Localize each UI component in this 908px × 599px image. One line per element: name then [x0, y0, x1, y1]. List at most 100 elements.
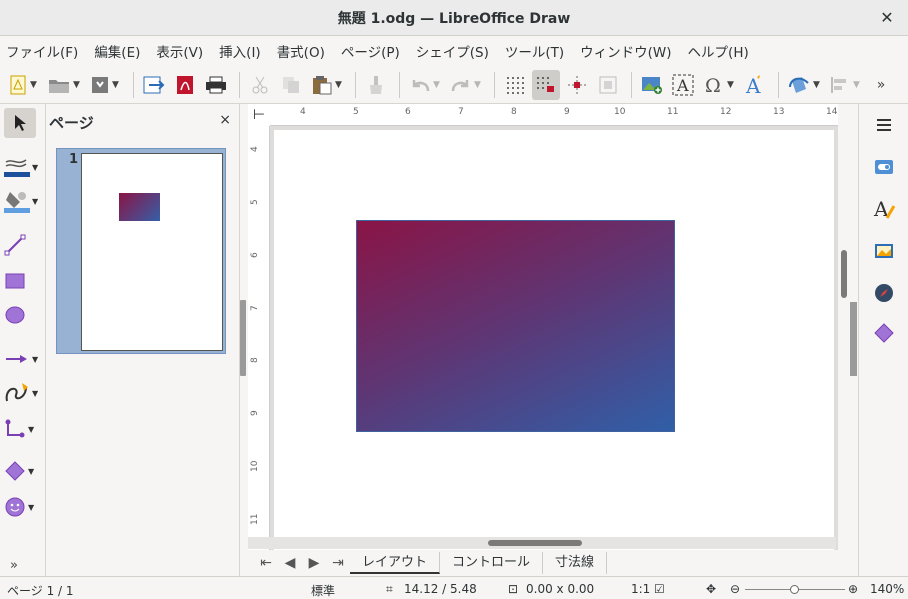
- shadow-button[interactable]: [594, 70, 622, 100]
- ruler-tick: 5: [353, 107, 359, 117]
- connector-icon: [5, 419, 25, 438]
- line-color-tool[interactable]: ▼: [4, 152, 40, 182]
- sidebar-styles-button[interactable]: A: [871, 196, 897, 222]
- curves-tool[interactable]: ▼: [4, 378, 40, 408]
- paste-button[interactable]: ▼: [308, 70, 346, 100]
- toolbar-overflow-button[interactable]: »: [867, 70, 895, 100]
- page-indicator[interactable]: ページ 1 / 1: [7, 582, 74, 599]
- menu-shape[interactable]: シェイプ(S): [416, 41, 489, 61]
- ruler-tab-stop-icon[interactable]: ⊢: [248, 104, 270, 126]
- separator: [133, 71, 134, 98]
- print-button[interactable]: [202, 70, 230, 100]
- tab-controls[interactable]: コントロール: [440, 552, 544, 574]
- zoom-out-icon[interactable]: ⊖: [730, 582, 740, 596]
- left-pane-collapse-handle[interactable]: [240, 300, 246, 376]
- redo-button[interactable]: ▼: [447, 70, 485, 100]
- undo-button[interactable]: ▼: [406, 70, 444, 100]
- more-tools-button[interactable]: »: [10, 556, 46, 574]
- symbol-shapes-tool[interactable]: ▼: [4, 492, 40, 522]
- rectangle-icon: [5, 273, 25, 289]
- scissors-icon: [252, 76, 268, 93]
- fill-bucket-icon: [4, 192, 30, 213]
- pages-pane: ページ × 1: [47, 104, 240, 576]
- new-document-icon: [10, 75, 26, 94]
- zoom-slider-handle[interactable]: [790, 585, 799, 594]
- zoom-in-icon[interactable]: ⊕: [848, 582, 858, 596]
- zoom-level[interactable]: 140%: [870, 582, 904, 596]
- menu-insert[interactable]: 挿入(I): [219, 41, 261, 61]
- helplines-button[interactable]: [563, 70, 591, 100]
- omega-icon: Ω: [705, 75, 721, 95]
- menu-window[interactable]: ウィンドウ(W): [580, 41, 671, 61]
- scroll-thumb[interactable]: [488, 540, 582, 546]
- menu-help[interactable]: ヘルプ(H): [688, 41, 749, 61]
- ruler-tick: 11: [250, 513, 260, 525]
- menu-view[interactable]: 表示(V): [156, 41, 203, 61]
- vertical-scrollbar[interactable]: [838, 104, 850, 550]
- open-button[interactable]: ▼: [45, 70, 83, 100]
- thumbnail-page: [81, 153, 223, 351]
- fill-color-tool[interactable]: ▼: [4, 186, 40, 216]
- close-icon[interactable]: ✕: [878, 9, 896, 27]
- page-thumbnail[interactable]: 1: [56, 148, 226, 354]
- thumbnail-shape: [119, 193, 160, 221]
- document-modified-icon[interactable]: ☑: [654, 582, 665, 596]
- layer-tabs-bar: ⇤ ◀ ▶ ⇥ レイアウト コントロール 寸法線: [248, 550, 848, 576]
- menu-tools[interactable]: ツール(T): [505, 41, 564, 61]
- sidebar-shapes-button[interactable]: [871, 320, 897, 346]
- new-document-button[interactable]: ▼: [4, 70, 42, 100]
- ruler-tick: 6: [405, 107, 411, 117]
- next-tab-icon[interactable]: ▶: [302, 552, 326, 574]
- export-pdf-button[interactable]: [171, 70, 199, 100]
- close-icon[interactable]: ×: [219, 112, 231, 128]
- sidebar-collapse-handle[interactable]: [850, 302, 857, 376]
- sidebar-properties-button[interactable]: [871, 154, 897, 180]
- drawing-page[interactable]: [274, 130, 834, 550]
- rectangle-tool[interactable]: [4, 266, 40, 296]
- tab-dimension-lines[interactable]: 寸法線: [543, 552, 608, 574]
- connectors-tool[interactable]: ▼: [4, 414, 40, 444]
- clone-formatting-button[interactable]: [362, 70, 390, 100]
- svg-text:A: A: [676, 76, 689, 95]
- menu-format[interactable]: 書式(O): [277, 41, 325, 61]
- scroll-thumb[interactable]: [841, 250, 847, 298]
- horizontal-ruler[interactable]: 4 5 6 7 8 9 10 11 12 13 14: [270, 104, 838, 126]
- display-grid-button[interactable]: [501, 70, 529, 100]
- vertical-ruler[interactable]: 4 5 6 7 8 9 10 11: [248, 126, 270, 550]
- menu-page[interactable]: ページ(P): [341, 41, 400, 61]
- insert-image-button[interactable]: [638, 70, 666, 100]
- lines-arrows-tool[interactable]: ▼: [4, 344, 40, 374]
- ellipse-tool[interactable]: [4, 300, 40, 330]
- cut-button[interactable]: [246, 70, 274, 100]
- scale-indicator[interactable]: 1:1: [631, 582, 650, 596]
- ellipse-icon: [5, 306, 25, 324]
- line-tool[interactable]: [4, 230, 40, 260]
- snap-grid-icon: [537, 76, 554, 92]
- copy-button[interactable]: [277, 70, 305, 100]
- last-tab-icon[interactable]: ⇥: [326, 552, 350, 574]
- transformations-button[interactable]: ▼: [785, 70, 823, 100]
- printer-icon: [206, 76, 226, 93]
- export-button[interactable]: [140, 70, 168, 100]
- menu-file[interactable]: ファイル(F): [6, 41, 78, 61]
- snap-to-grid-button[interactable]: [532, 69, 560, 100]
- sidebar-gallery-button[interactable]: [871, 238, 897, 264]
- tab-layout[interactable]: レイアウト: [350, 552, 441, 574]
- fontwork-button[interactable]: A: [741, 70, 769, 100]
- align-objects-button[interactable]: ▼: [826, 70, 864, 100]
- basic-shapes-tool[interactable]: ▼: [4, 456, 40, 486]
- previous-tab-icon[interactable]: ◀: [278, 552, 302, 574]
- fit-page-icon[interactable]: ✥: [706, 582, 716, 596]
- menu-edit[interactable]: 編集(E): [94, 41, 140, 61]
- gradient-rectangle-shape[interactable]: [356, 220, 675, 432]
- sidebar-menu-button[interactable]: [871, 112, 897, 138]
- horizontal-scrollbar[interactable]: [248, 537, 836, 549]
- sidebar-navigator-button[interactable]: [871, 280, 897, 306]
- select-tool[interactable]: [4, 108, 36, 138]
- insert-textbox-button[interactable]: A: [669, 70, 697, 100]
- save-icon: [92, 76, 109, 93]
- diamond-icon: [874, 323, 894, 343]
- first-tab-icon[interactable]: ⇤: [254, 552, 278, 574]
- save-button[interactable]: ▼: [86, 70, 124, 100]
- special-character-button[interactable]: Ω ▼: [700, 70, 738, 100]
